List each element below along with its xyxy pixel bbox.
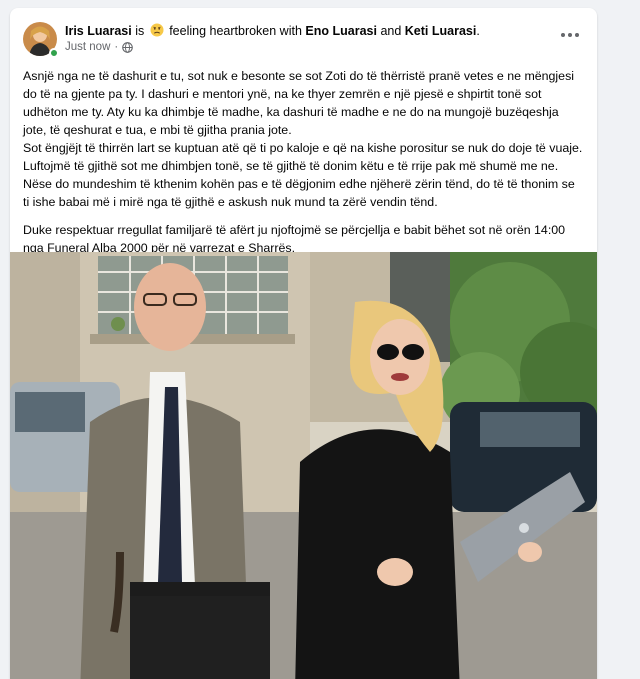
more-options-icon[interactable] [559,27,581,43]
author-name-link[interactable]: Iris Luarasi [65,24,132,38]
post-paragraph: Asnjë nga ne të dashurit e tu, sot nuk e… [23,69,575,137]
post-card: Iris Luarasi is feeling heartbroken with… [10,8,597,679]
end-punctuation: . [476,24,480,38]
post-photo[interactable] [10,252,597,679]
post-timestamp[interactable]: Just now [65,41,110,53]
post-meta: Just now · [65,41,134,53]
post-photo-image [10,252,597,679]
post-header: Iris Luarasi is feeling heartbroken with… [10,8,597,60]
sad-face-emoji-icon [150,23,164,37]
tagged-person-link-1[interactable]: Eno Luarasi [305,24,377,38]
is-text: is [135,24,145,38]
tagged-person-link-2[interactable]: Keti Luarasi [405,24,477,38]
and-text: and [380,24,402,38]
meta-separator: · [114,41,119,53]
online-status-dot [49,48,59,58]
feeling-text: feeling heartbroken with [169,24,302,38]
globe-icon[interactable] [122,41,134,53]
post-body: Asnjë nga ne të dashurit e tu, sot nuk e… [23,67,583,257]
post-paragraph: Sot ëngjëjt të thirrën lart se kuptuan a… [23,141,583,209]
post-headline: Iris Luarasi is feeling heartbroken with… [65,23,480,39]
